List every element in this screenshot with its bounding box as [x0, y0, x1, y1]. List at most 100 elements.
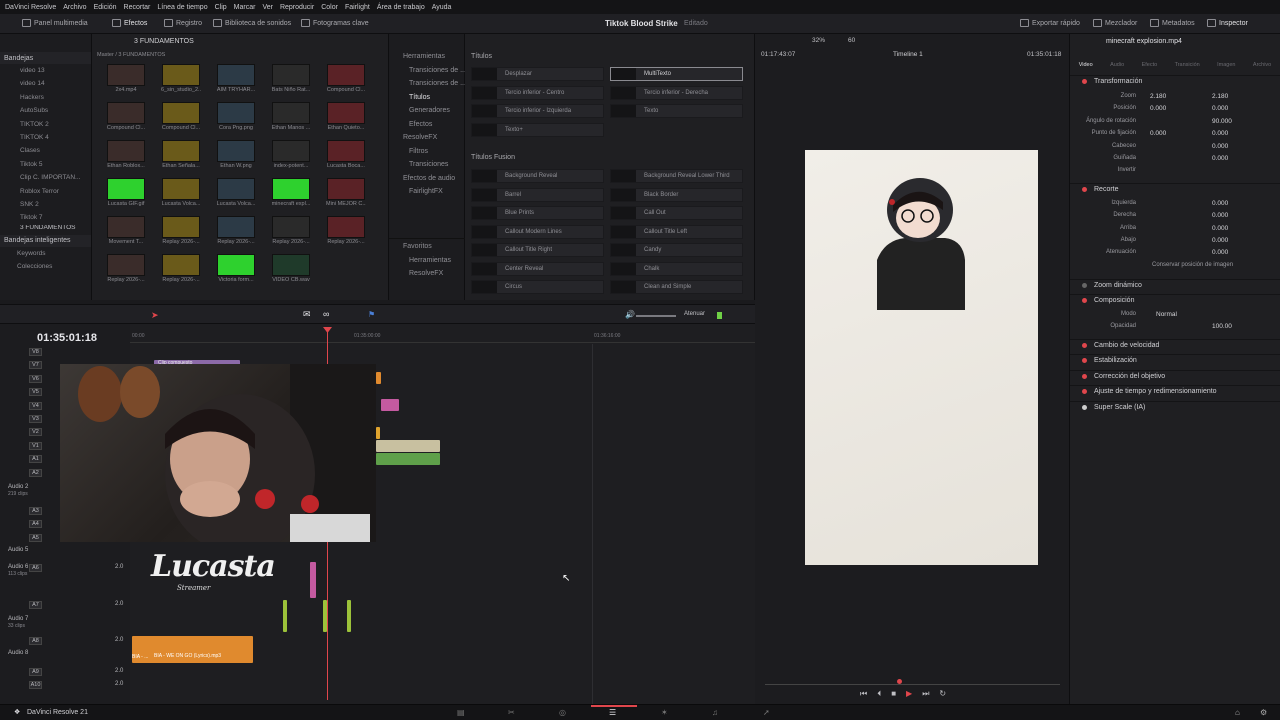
tab-image[interactable]: Imagen — [1217, 62, 1235, 70]
fusion-title-tile[interactable]: Center Reveal — [471, 261, 604, 276]
media-thumbnail[interactable]: Replay 2026-... — [161, 216, 201, 250]
index-button[interactable]: Registro — [164, 19, 202, 27]
inspector-button[interactable]: Inspector — [1207, 19, 1248, 27]
quick-export-button[interactable]: Exportar rápido — [1020, 19, 1080, 27]
title-effect-tile[interactable]: Tercio inferior - Centro — [471, 85, 604, 100]
volume-slider[interactable] — [636, 315, 676, 317]
stop-icon[interactable]: ■ — [891, 689, 896, 699]
track-header[interactable]: V8 — [0, 348, 130, 360]
bin-item[interactable]: video 14 — [20, 77, 91, 90]
menu-trim[interactable]: Recortar — [124, 4, 151, 11]
fusion-title-tile[interactable]: Background Reveal Lower Third — [610, 169, 743, 183]
media-thumbnail[interactable]: Lucasta Volca... — [216, 178, 256, 212]
fusion-title-tile[interactable]: Call Out — [610, 206, 743, 220]
play-icon[interactable]: ▶ — [906, 689, 912, 699]
viewer-zoom[interactable]: 32% — [812, 37, 825, 44]
menu-view[interactable]: Ver — [262, 4, 273, 11]
mode-select[interactable]: Normal — [1156, 311, 1177, 318]
clip-v2[interactable] — [376, 427, 380, 439]
media-thumbnail[interactable]: Ethan Señala... — [161, 140, 201, 174]
tab-video[interactable]: Video — [1079, 62, 1093, 70]
fav-item[interactable]: ResolveFX — [403, 267, 451, 281]
menu-playback[interactable]: Reproducir — [280, 4, 314, 11]
keyframes-button[interactable]: Fotogramas clave — [301, 19, 369, 27]
media-thumbnail[interactable]: Lucasta GIF.gif — [106, 178, 146, 212]
transform-section[interactable]: Transformación — [1070, 75, 1280, 88]
tab-effect[interactable]: Efecto — [1142, 62, 1158, 70]
bin-item-selected[interactable]: 3 FUNDAMENTOS — [20, 225, 91, 231]
snap-icon[interactable]: ✉ — [303, 309, 311, 320]
viewer-fps[interactable]: 60 — [848, 37, 855, 44]
viewer-scrubber[interactable] — [765, 684, 1060, 685]
media-thumbnail[interactable]: Lucasta Boca... — [326, 140, 366, 174]
media-thumbnail[interactable]: Movement T... — [106, 216, 146, 250]
media-thumbnail[interactable]: 6_sin_studio_2... — [161, 64, 201, 98]
link-icon[interactable]: ∞ — [323, 309, 329, 319]
bin-item[interactable]: Clip C. IMPORTAN... — [20, 171, 91, 184]
media-thumbnail[interactable]: Ethan Quieto... — [326, 102, 366, 136]
bin-item[interactable]: Tiktok 7 — [20, 211, 91, 224]
media-thumbnail[interactable]: Ethan W.png — [216, 140, 256, 174]
media-thumbnail[interactable]: VIDEO CB.wav — [271, 254, 311, 288]
enabled-dot[interactable] — [1082, 405, 1087, 410]
fx-nav-item[interactable]: Transiciones de ... — [403, 64, 466, 78]
enabled-dot[interactable] — [1082, 374, 1087, 379]
clip-a7-3[interactable] — [347, 600, 351, 632]
menu-fairlight[interactable]: Fairlight — [345, 4, 370, 11]
fusion-title-tile[interactable]: Callout Title Left — [610, 224, 743, 239]
fusion-page-icon[interactable]: ◎ — [559, 708, 566, 717]
viewer-frame[interactable] — [805, 150, 1038, 565]
mixer-button[interactable]: Mezclador — [1093, 19, 1137, 27]
fx-nav-item-selected[interactable]: Títulos — [403, 91, 466, 105]
media-thumbnail[interactable]: Replay 2026-... — [161, 254, 201, 288]
clip-a8-audio[interactable]: BIA - WE ON GO (Lyrics).mp3 — [132, 636, 253, 663]
media-thumbnail[interactable]: AIM TRYHAR... — [216, 64, 256, 98]
fusion-title-tile[interactable]: Callout Title Right — [471, 243, 604, 257]
bin-item[interactable]: SNK 2 — [20, 198, 91, 211]
clip-a1[interactable] — [376, 453, 440, 465]
clip-a6[interactable] — [310, 562, 316, 598]
title-effect-tile[interactable]: Tercio inferior - Izquierda — [471, 104, 604, 118]
flag-icon[interactable]: ⚑ — [368, 310, 375, 319]
volume-icon[interactable]: 🔊 — [625, 310, 635, 319]
timeline-ruler[interactable]: 00:00 01:35:00:00 01:36:16:00 — [130, 331, 755, 343]
menu-mark[interactable]: Marcar — [234, 4, 256, 11]
menu-workspace[interactable]: Área de trabajo — [377, 4, 425, 11]
enabled-dot[interactable] — [1082, 298, 1087, 303]
media-thumbnail[interactable]: Ethan Roblox... — [106, 140, 146, 174]
menu-help[interactable]: Ayuda — [432, 4, 452, 11]
fx-nav-item[interactable]: Transiciones de ... — [403, 77, 466, 91]
tab-file[interactable]: Archivo — [1253, 62, 1271, 70]
smart-bin-collections[interactable]: Colecciones — [17, 260, 91, 273]
enabled-dot[interactable] — [1082, 79, 1087, 84]
fusion-title-tile[interactable]: Candy — [610, 243, 743, 257]
enabled-dot[interactable] — [1082, 389, 1087, 394]
fusion-title-tile[interactable]: Barrel — [471, 187, 604, 202]
fusion-title-tile[interactable]: Clean and Simple — [610, 280, 743, 294]
fusion-title-tile[interactable]: Circus — [471, 280, 604, 294]
enabled-dot[interactable] — [1082, 358, 1087, 363]
clip-v1[interactable] — [376, 440, 440, 452]
fusion-title-tile[interactable]: Black Border — [610, 187, 743, 202]
media-thumbnail[interactable]: index-potent... — [271, 140, 311, 174]
fusion-title-tile[interactable]: Callout Modern Lines — [471, 224, 604, 239]
bin-item[interactable]: Hackers — [20, 91, 91, 104]
speed-section[interactable]: Cambio de velocidad — [1070, 339, 1280, 352]
media-thumbnail[interactable]: Victoria form... — [216, 254, 256, 288]
tab-transition[interactable]: Transición — [1175, 62, 1200, 70]
bin-item[interactable]: AutoSubs — [20, 104, 91, 117]
menu-clip[interactable]: Clip — [215, 4, 227, 11]
cut-page-icon[interactable]: ✂ — [508, 708, 515, 717]
media-thumbnail[interactable]: minecraft expl... — [271, 178, 311, 212]
fx-nav-item[interactable]: Efectos de audio — [403, 172, 466, 186]
title-effect-tile[interactable]: Texto — [610, 104, 743, 118]
media-thumbnail[interactable]: Mini MEJOR C... — [326, 178, 366, 212]
loop-icon[interactable]: ↻ — [939, 689, 946, 699]
bin-item[interactable]: TIKTOK 2 — [20, 118, 91, 131]
color-page-icon[interactable]: ✶ — [661, 708, 668, 717]
fusion-title-tile[interactable]: Chalk — [610, 261, 743, 276]
fusion-title-tile[interactable]: Background Reveal — [471, 169, 604, 183]
clip-v4[interactable] — [381, 399, 399, 411]
menu-app[interactable]: DaVinci Resolve — [5, 4, 56, 11]
fx-nav-item[interactable]: FairlightFX — [403, 185, 466, 199]
